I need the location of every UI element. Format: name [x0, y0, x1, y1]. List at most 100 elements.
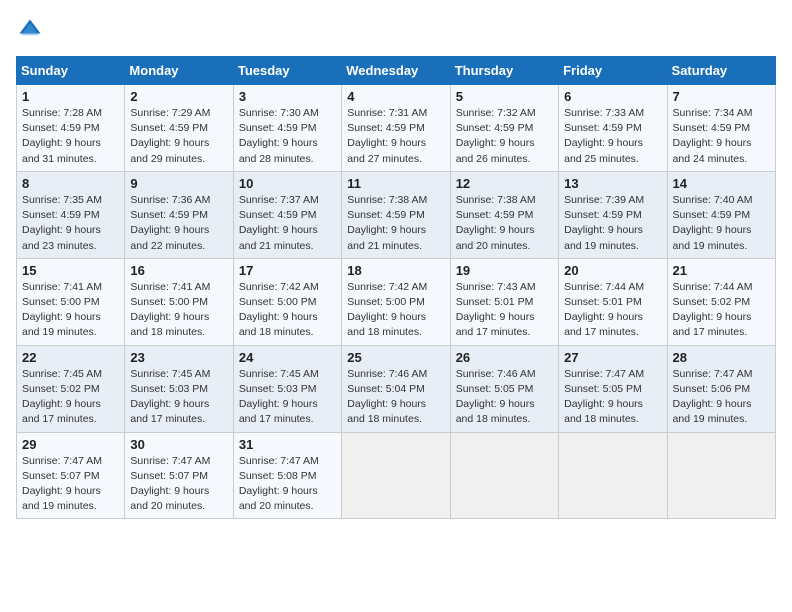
day-of-week-header: Tuesday — [233, 57, 341, 85]
table-row: 12 Sunrise: 7:38 AMSunset: 4:59 PMDayligh… — [450, 171, 558, 258]
table-row — [450, 432, 558, 519]
table-row — [342, 432, 450, 519]
day-number: 7 — [673, 89, 770, 104]
day-info: Sunrise: 7:41 AMSunset: 5:00 PMDaylight:… — [130, 280, 227, 341]
day-info: Sunrise: 7:42 AMSunset: 5:00 PMDaylight:… — [239, 280, 336, 341]
table-row: 25Sunrise: 7:46 AMSunset: 5:04 PMDayligh… — [342, 345, 450, 432]
day-number: 2 — [130, 89, 227, 104]
day-info: Sunrise: 7:45 AMSunset: 5:03 PMDaylight:… — [239, 367, 336, 428]
table-row: 5 Sunrise: 7:32 AMSunset: 4:59 PMDaylight… — [450, 85, 558, 172]
day-info: Sunrise: 7:47 AMSunset: 5:08 PMDaylight:… — [239, 454, 336, 515]
table-row: 17 Sunrise: 7:42 AMSunset: 5:00 PMDayligh… — [233, 258, 341, 345]
day-info: Sunrise: 7:33 AMSunset: 4:59 PMDaylight:… — [564, 106, 661, 167]
day-number: 13 — [564, 176, 661, 191]
table-row: 3 Sunrise: 7:30 AMSunset: 4:59 PMDaylight… — [233, 85, 341, 172]
table-row: 1 Sunrise: 7:28 AMSunset: 4:59 PMDaylight… — [17, 85, 125, 172]
day-info: Sunrise: 7:30 AMSunset: 4:59 PMDaylight:… — [239, 106, 336, 167]
day-info: Sunrise: 7:47 AMSunset: 5:06 PMDaylight:… — [673, 367, 770, 428]
table-row: 9Sunrise: 7:36 AMSunset: 4:59 PMDaylight… — [125, 171, 233, 258]
table-row: 28 Sunrise: 7:47 AMSunset: 5:06 PMDayligh… — [667, 345, 775, 432]
day-number: 24 — [239, 350, 336, 365]
day-info: Sunrise: 7:31 AMSunset: 4:59 PMDaylight:… — [347, 106, 444, 167]
day-info: Sunrise: 7:38 AMSunset: 4:59 PMDaylight:… — [456, 193, 553, 254]
day-info: Sunrise: 7:47 AMSunset: 5:07 PMDaylight:… — [22, 454, 119, 515]
day-info: Sunrise: 7:40 AMSunset: 4:59 PMDaylight:… — [673, 193, 770, 254]
calendar-table: SundayMondayTuesdayWednesdayThursdayFrid… — [16, 56, 776, 519]
table-row: 14 Sunrise: 7:40 AMSunset: 4:59 PMDayligh… — [667, 171, 775, 258]
table-row: 11Sunrise: 7:38 AMSunset: 4:59 PMDayligh… — [342, 171, 450, 258]
day-info: Sunrise: 7:43 AMSunset: 5:01 PMDaylight:… — [456, 280, 553, 341]
day-number: 28 — [673, 350, 770, 365]
day-info: Sunrise: 7:46 AMSunset: 5:05 PMDaylight:… — [456, 367, 553, 428]
table-row: 20 Sunrise: 7:44 AMSunset: 5:01 PMDayligh… — [559, 258, 667, 345]
table-row: 13 Sunrise: 7:39 AMSunset: 4:59 PMDayligh… — [559, 171, 667, 258]
day-number: 10 — [239, 176, 336, 191]
calendar-week-row: 22 Sunrise: 7:45 AMSunset: 5:02 PMDayligh… — [17, 345, 776, 432]
day-number: 17 — [239, 263, 336, 278]
day-number: 30 — [130, 437, 227, 452]
day-number: 9 — [130, 176, 227, 191]
logo-icon — [16, 16, 44, 44]
day-of-week-header: Sunday — [17, 57, 125, 85]
table-row: 29 Sunrise: 7:47 AMSunset: 5:07 PMDayligh… — [17, 432, 125, 519]
day-info: Sunrise: 7:46 AMSunset: 5:04 PMDaylight:… — [347, 367, 444, 428]
day-of-week-header: Thursday — [450, 57, 558, 85]
day-number: 5 — [456, 89, 553, 104]
day-info: Sunrise: 7:44 AMSunset: 5:02 PMDaylight:… — [673, 280, 770, 341]
table-row: 4 Sunrise: 7:31 AMSunset: 4:59 PMDaylight… — [342, 85, 450, 172]
table-row: 8Sunrise: 7:35 AMSunset: 4:59 PMDaylight… — [17, 171, 125, 258]
table-row — [559, 432, 667, 519]
calendar-header-row: SundayMondayTuesdayWednesdayThursdayFrid… — [17, 57, 776, 85]
day-number: 12 — [456, 176, 553, 191]
day-info: Sunrise: 7:34 AMSunset: 4:59 PMDaylight:… — [673, 106, 770, 167]
page-header — [16, 16, 776, 44]
table-row: 22 Sunrise: 7:45 AMSunset: 5:02 PMDayligh… — [17, 345, 125, 432]
day-info: Sunrise: 7:39 AMSunset: 4:59 PMDaylight:… — [564, 193, 661, 254]
day-of-week-header: Wednesday — [342, 57, 450, 85]
calendar-week-row: 29 Sunrise: 7:47 AMSunset: 5:07 PMDayligh… — [17, 432, 776, 519]
day-number: 4 — [347, 89, 444, 104]
day-info: Sunrise: 7:44 AMSunset: 5:01 PMDaylight:… — [564, 280, 661, 341]
table-row: 15Sunrise: 7:41 AMSunset: 5:00 PMDayligh… — [17, 258, 125, 345]
day-of-week-header: Saturday — [667, 57, 775, 85]
table-row: 19 Sunrise: 7:43 AMSunset: 5:01 PMDayligh… — [450, 258, 558, 345]
day-number: 20 — [564, 263, 661, 278]
day-number: 11 — [347, 176, 444, 191]
table-row: 16 Sunrise: 7:41 AMSunset: 5:00 PMDayligh… — [125, 258, 233, 345]
day-number: 16 — [130, 263, 227, 278]
day-number: 14 — [673, 176, 770, 191]
day-number: 23 — [130, 350, 227, 365]
day-number: 29 — [22, 437, 119, 452]
table-row: 21Sunrise: 7:44 AMSunset: 5:02 PMDayligh… — [667, 258, 775, 345]
table-row: 26 Sunrise: 7:46 AMSunset: 5:05 PMDayligh… — [450, 345, 558, 432]
table-row: 23 Sunrise: 7:45 AMSunset: 5:03 PMDayligh… — [125, 345, 233, 432]
day-number: 18 — [347, 263, 444, 278]
day-info: Sunrise: 7:37 AMSunset: 4:59 PMDaylight:… — [239, 193, 336, 254]
day-number: 27 — [564, 350, 661, 365]
day-number: 19 — [456, 263, 553, 278]
calendar-week-row: 1 Sunrise: 7:28 AMSunset: 4:59 PMDaylight… — [17, 85, 776, 172]
logo — [16, 16, 48, 44]
day-number: 26 — [456, 350, 553, 365]
day-info: Sunrise: 7:47 AMSunset: 5:07 PMDaylight:… — [130, 454, 227, 515]
calendar-week-row: 15 Sunrise: 7:41 AMSunset: 5:00 PMDayligh… — [17, 258, 776, 345]
day-number: 3 — [239, 89, 336, 104]
table-row: 2 Sunrise: 7:29 AMSunset: 4:59 PMDaylight… — [125, 85, 233, 172]
table-row: 10 Sunrise: 7:37 AMSunset: 4:59 PMDayligh… — [233, 171, 341, 258]
day-info: Sunrise: 7:28 AMSunset: 4:59 PMDaylight:… — [22, 106, 119, 167]
day-info: Sunrise: 7:45 AMSunset: 5:03 PMDaylight:… — [130, 367, 227, 428]
day-info: Sunrise: 7:47 AMSunset: 5:05 PMDaylight:… — [564, 367, 661, 428]
day-of-week-header: Friday — [559, 57, 667, 85]
day-info: Sunrise: 7:35 AMSunset: 4:59 PMDaylight:… — [22, 193, 119, 254]
day-number: 31 — [239, 437, 336, 452]
day-number: 1 — [22, 89, 119, 104]
day-number: 22 — [22, 350, 119, 365]
day-info: Sunrise: 7:32 AMSunset: 4:59 PMDaylight:… — [456, 106, 553, 167]
day-number: 15 — [22, 263, 119, 278]
calendar-week-row: 8Sunrise: 7:35 AMSunset: 4:59 PMDaylight… — [17, 171, 776, 258]
day-info: Sunrise: 7:45 AMSunset: 5:02 PMDaylight:… — [22, 367, 119, 428]
table-row: 30 Sunrise: 7:47 AMSunset: 5:07 PMDayligh… — [125, 432, 233, 519]
table-row: 6Sunrise: 7:33 AMSunset: 4:59 PMDaylight… — [559, 85, 667, 172]
day-info: Sunrise: 7:29 AMSunset: 4:59 PMDaylight:… — [130, 106, 227, 167]
table-row: 31 Sunrise: 7:47 AMSunset: 5:08 PMDayligh… — [233, 432, 341, 519]
